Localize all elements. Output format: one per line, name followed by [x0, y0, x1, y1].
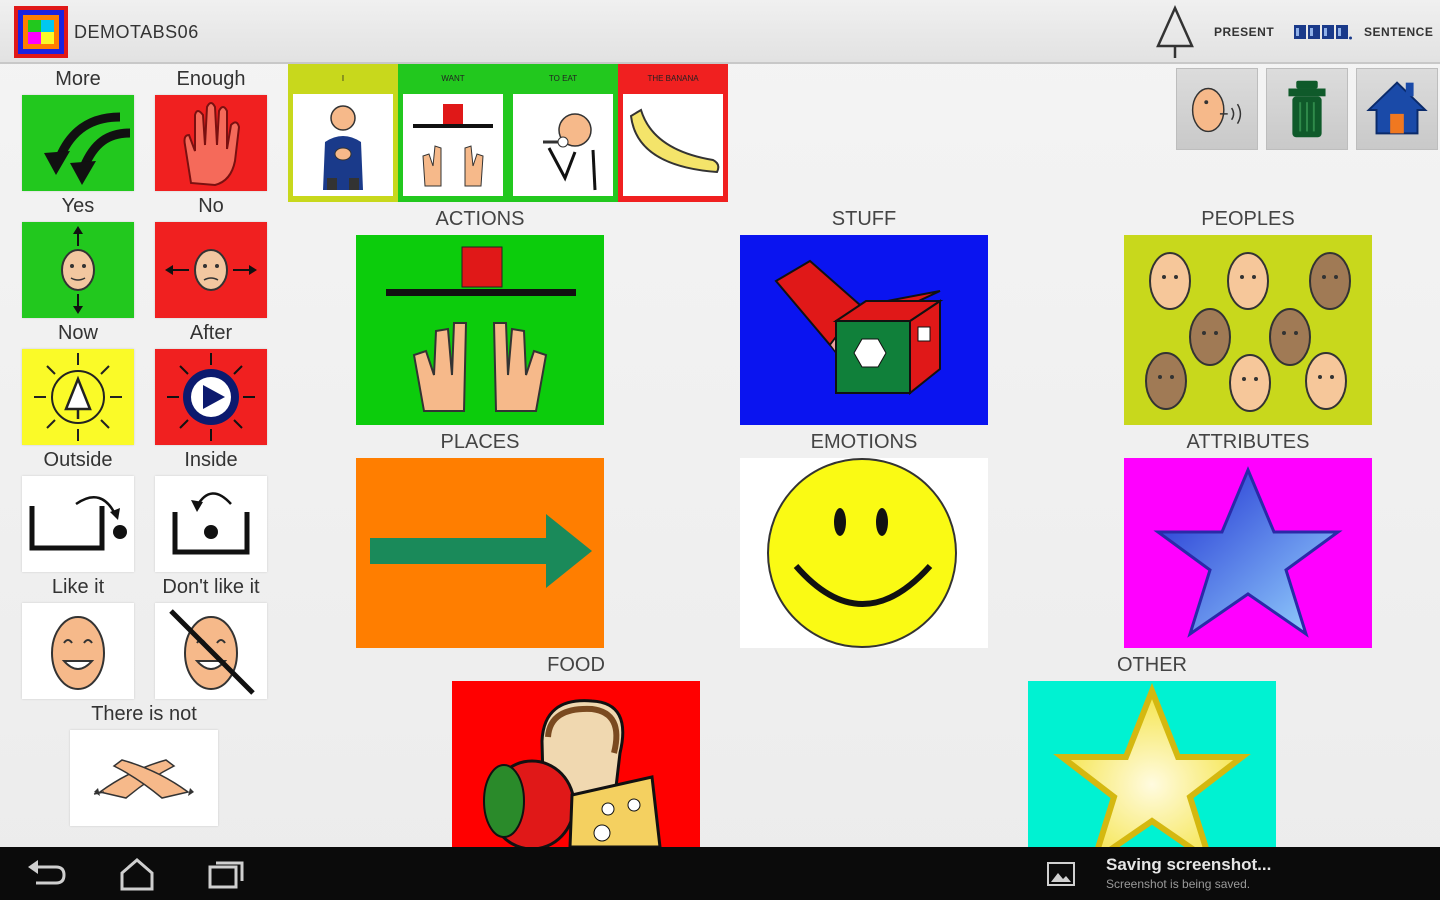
into-box-icon: [172, 492, 250, 555]
book-and-toy-box-icon: [774, 259, 944, 396]
person-pointing-self-icon: [293, 94, 393, 196]
category-label-actions: ACTIONS: [435, 208, 525, 230]
notification-subtitle: Screenshot is being saved.: [1106, 877, 1251, 891]
quick-label-no: No: [198, 195, 224, 217]
quick-cell-yes[interactable]: [22, 222, 134, 318]
category-tile-peoples[interactable]: [1124, 235, 1372, 425]
tree-icon[interactable]: [1152, 4, 1198, 60]
home-icon: [1366, 81, 1428, 135]
eating-person-icon: [513, 94, 613, 196]
shaking-face-icon: [165, 249, 257, 291]
category-label-peoples: PEOPLES: [1201, 208, 1295, 230]
smiley-face-icon: [767, 458, 957, 648]
sentence-cell-want[interactable]: WANT: [398, 64, 508, 202]
quick-label-like-it: Like it: [51, 576, 105, 598]
category-label-stuff: STUFF: [831, 208, 897, 230]
gold-star-icon: [1053, 682, 1251, 847]
system-nav-bar: Saving screenshot... Screenshot is being…: [0, 847, 1440, 900]
category-tile-actions[interactable]: [356, 235, 604, 425]
category-tile-food[interactable]: [452, 681, 700, 847]
quick-cell-enough[interactable]: [155, 95, 267, 191]
crowd-faces-icon: [1145, 252, 1351, 412]
sentence-word-the-banana: THE BANANA: [647, 74, 699, 83]
quick-cell-like-it[interactable]: [22, 603, 134, 699]
quick-label-yes: Yes: [61, 195, 95, 217]
category-tile-places[interactable]: [356, 458, 604, 648]
screenshot-image-icon: [1046, 861, 1076, 887]
category-tile-other[interactable]: [1028, 681, 1276, 847]
quick-label-enough: Enough: [176, 68, 246, 90]
quick-label-dont-like-it: Don't like it: [162, 576, 260, 598]
quick-cell-now[interactable]: [22, 349, 134, 445]
category-tile-attributes[interactable]: [1124, 458, 1372, 648]
action-hands-icon: [386, 246, 576, 412]
sentence-label[interactable]: SENTENCE: [1364, 25, 1433, 39]
stop-hand-icon: [183, 102, 241, 187]
notification-title[interactable]: Saving screenshot...: [1106, 855, 1271, 875]
sentence-strip[interactable]: I WANT TO EAT THE BANANA: [288, 64, 730, 202]
quick-label-now: Now: [57, 322, 98, 344]
quick-label-outside: Outside: [43, 449, 113, 471]
home-nav-icon[interactable]: [112, 857, 162, 891]
category-tile-emotions[interactable]: [740, 458, 988, 648]
out-of-box-icon: [29, 496, 127, 551]
quick-cell-inside[interactable]: [155, 476, 267, 572]
recent-apps-icon[interactable]: [202, 857, 252, 891]
present-label[interactable]: PRESENT: [1214, 25, 1274, 39]
category-label-attributes: ATTRIBUTES: [1186, 431, 1310, 453]
quick-cell-no[interactable]: [155, 222, 267, 318]
sentence-word-to-eat: TO EAT: [548, 74, 578, 83]
category-tile-stuff[interactable]: [740, 235, 988, 425]
back-icon[interactable]: [22, 857, 72, 891]
crossed-hands-icon: [93, 759, 194, 799]
quick-cell-there-is-not[interactable]: [70, 730, 218, 826]
want-hands-icon: [403, 94, 503, 196]
blue-star-icon: [1153, 466, 1343, 638]
quick-label-after: After: [189, 322, 233, 344]
action-bar: DEMOTABS06 PRESENT SENTENCE: [0, 0, 1440, 64]
sun-tree-icon: [34, 353, 122, 441]
quick-label-inside: Inside: [184, 449, 238, 471]
app-logo-icon[interactable]: [14, 6, 68, 58]
double-arrow-back-icon: [44, 112, 131, 185]
right-arrow-icon: [370, 514, 592, 588]
category-label-other: OTHER: [1117, 654, 1187, 676]
sentence-cell-i[interactable]: I: [288, 64, 398, 202]
food-group-icon: [483, 699, 662, 847]
quick-cell-after[interactable]: [155, 349, 267, 445]
trash-icon: [1288, 80, 1326, 138]
crossed-out-face-icon: [169, 609, 255, 695]
play-sun-icon: [167, 353, 255, 441]
speak-button[interactable]: [1176, 68, 1258, 150]
sentence-word-want: WANT: [441, 74, 465, 83]
speak-icon: [1191, 87, 1242, 133]
bar-grid-icon[interactable]: [1294, 23, 1352, 41]
category-label-food: FOOD: [547, 654, 605, 676]
sentence-word-i: I: [341, 74, 345, 83]
home-button[interactable]: [1356, 68, 1438, 150]
banana-icon: [623, 94, 723, 196]
category-label-places: PLACES: [440, 431, 520, 453]
sentence-cell-to-eat[interactable]: TO EAT: [508, 64, 618, 202]
app-title: DEMOTABS06: [74, 22, 199, 42]
quick-label-there-is-not: There is not: [91, 703, 197, 725]
nodding-face-icon: [61, 226, 95, 314]
quick-cell-dont-like-it[interactable]: [155, 603, 267, 699]
clear-button[interactable]: [1266, 68, 1348, 150]
quick-cell-more[interactable]: [22, 95, 134, 191]
sentence-cell-the-banana[interactable]: THE BANANA: [618, 64, 728, 202]
happy-face-icon: [51, 616, 105, 690]
quick-label-more: More: [55, 68, 101, 90]
quick-cell-outside[interactable]: [22, 476, 134, 572]
category-label-emotions: EMOTIONS: [810, 431, 918, 453]
